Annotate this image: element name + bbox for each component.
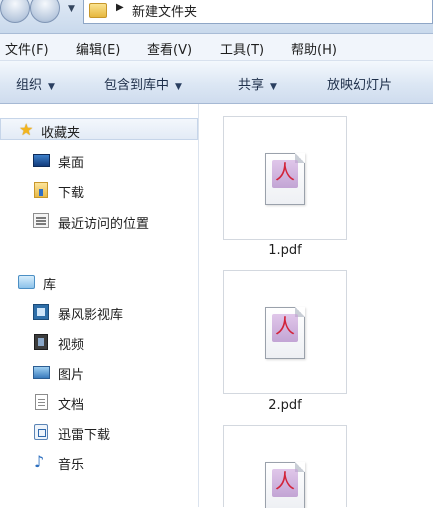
- film-icon: [34, 334, 48, 350]
- downloads-folder-icon: [34, 182, 48, 198]
- star-icon: ★: [19, 120, 34, 139]
- nav-item-label: 音乐: [58, 458, 85, 473]
- document-icon: [35, 394, 48, 410]
- menu-tools[interactable]: 工具(T): [220, 39, 264, 58]
- nav-item-thunder-downloads[interactable]: 迅雷下载: [0, 421, 198, 443]
- breadcrumb-arrow-icon[interactable]: ▶: [116, 2, 124, 13]
- file-list: 人 1.pdf 人 2.pdf 人: [199, 104, 433, 508]
- nav-item-baofeng-library[interactable]: 暴风影视库: [0, 301, 198, 323]
- command-bar: 组织 ▼ 包含到库中 ▼ 共享 ▼ 放映幻灯片: [0, 61, 433, 104]
- menu-view[interactable]: 查看(V): [147, 39, 192, 58]
- include-in-library-label: 包含到库中: [104, 78, 170, 93]
- file-name[interactable]: 1.pdf: [223, 243, 347, 258]
- desktop-icon: [33, 154, 50, 167]
- nav-item-label: 最近访问的位置: [58, 217, 150, 232]
- nav-item-desktop[interactable]: 桌面: [0, 149, 198, 171]
- thunder-download-icon: [34, 424, 48, 440]
- organize-button[interactable]: 组织 ▼: [16, 74, 55, 93]
- nav-item-label: 视频: [58, 338, 85, 353]
- chevron-down-icon: ▼: [175, 82, 182, 92]
- folder-icon: [89, 3, 107, 18]
- breadcrumb-current-folder[interactable]: 新建文件夹: [132, 1, 197, 20]
- menu-file[interactable]: 文件(F): [5, 39, 49, 58]
- nav-item-pictures[interactable]: 图片: [0, 361, 198, 383]
- pdf-logo-icon: 人: [275, 314, 295, 338]
- navigation-pane: ★ 收藏夹 桌面 下载 最近访问的位置 库 暴风影视库 视频 图片 文档 迅雷下…: [0, 104, 199, 507]
- address-bar: ▼ ▶ 新建文件夹: [0, 0, 433, 34]
- file-tile[interactable]: 人: [223, 270, 347, 394]
- recent-places-icon: [33, 213, 49, 228]
- nav-item-documents[interactable]: 文档: [0, 391, 198, 413]
- chevron-down-icon: ▼: [270, 82, 277, 92]
- file-tile[interactable]: 人: [223, 116, 347, 240]
- file-name[interactable]: 2.pdf: [223, 398, 347, 413]
- recent-pages-dropdown-icon[interactable]: ▼: [68, 4, 75, 14]
- library-icon: [18, 275, 35, 289]
- menu-bar: 文件(F) 编辑(E) 查看(V) 工具(T) 帮助(H): [0, 34, 433, 61]
- nav-item-label: 暴风影视库: [58, 308, 124, 323]
- address-box[interactable]: ▶ 新建文件夹: [83, 0, 433, 24]
- organize-label: 组织: [16, 78, 43, 93]
- picture-icon: [33, 366, 50, 379]
- nav-item-label: 桌面: [58, 156, 85, 171]
- nav-libraries-label: 库: [43, 278, 57, 293]
- back-button[interactable]: [0, 0, 30, 23]
- video-library-icon: [33, 304, 49, 320]
- pdf-logo-icon: 人: [275, 469, 295, 493]
- nav-item-downloads[interactable]: 下载: [0, 179, 198, 201]
- nav-item-label: 文档: [58, 398, 85, 413]
- nav-libraries[interactable]: 库: [0, 271, 198, 293]
- pdf-logo-icon: 人: [275, 160, 295, 184]
- file-tile[interactable]: 人: [223, 425, 347, 508]
- nav-item-music[interactable]: ♪ 音乐: [0, 451, 198, 474]
- forward-button[interactable]: [30, 0, 60, 23]
- nav-item-label: 图片: [58, 368, 85, 383]
- share-label: 共享: [238, 78, 265, 93]
- pdf-file-icon: 人: [265, 153, 305, 205]
- nav-item-label: 下载: [58, 186, 85, 201]
- music-note-icon: ♪: [34, 452, 45, 471]
- nav-favorites-label: 收藏夹: [41, 126, 81, 141]
- nav-item-label: 迅雷下载: [58, 428, 111, 443]
- menu-help[interactable]: 帮助(H): [291, 39, 337, 58]
- slideshow-button[interactable]: 放映幻灯片: [327, 74, 392, 93]
- nav-item-recent-places[interactable]: 最近访问的位置: [0, 210, 198, 232]
- nav-item-videos[interactable]: 视频: [0, 331, 198, 353]
- pdf-file-icon: 人: [265, 307, 305, 359]
- include-in-library-button[interactable]: 包含到库中 ▼: [104, 74, 182, 93]
- chevron-down-icon: ▼: [48, 82, 55, 92]
- nav-favorites[interactable]: ★ 收藏夹: [0, 118, 198, 141]
- pdf-file-icon: 人: [265, 462, 305, 508]
- menu-edit[interactable]: 编辑(E): [76, 39, 120, 58]
- share-button[interactable]: 共享 ▼: [238, 74, 277, 93]
